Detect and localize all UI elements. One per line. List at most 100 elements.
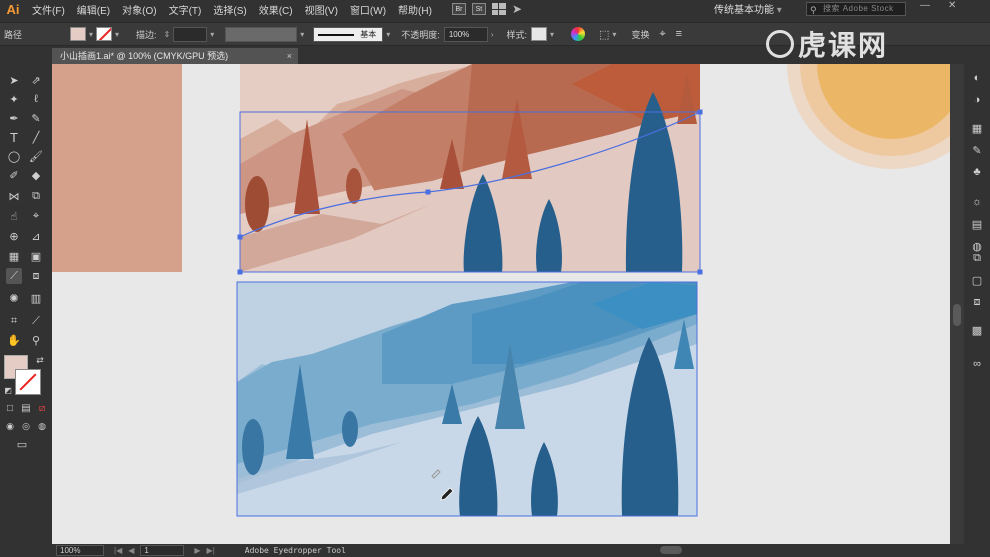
menu-select[interactable]: 选择(S) — [207, 2, 252, 17]
appearance-icon[interactable]: ▩ — [969, 322, 985, 338]
magic-wand-icon[interactable]: ✦ — [6, 91, 22, 107]
column-graph-icon[interactable]: ▥ — [28, 290, 44, 306]
direct-selection-tool-icon[interactable]: ⇗ — [28, 72, 44, 88]
default-colors-icon[interactable]: ◩ — [0, 382, 16, 398]
menu-edit[interactable]: 编辑(E) — [71, 2, 116, 17]
document-tab[interactable]: 小山插画1.ai* @ 100% (CMYK/GPU 预选) × — [52, 48, 298, 64]
curvature-tool-icon[interactable]: ✎ — [28, 110, 44, 126]
perspective-grid-icon[interactable]: ⊿ — [28, 228, 44, 244]
menu-window[interactable]: 窗口(W) — [344, 2, 392, 17]
selection-tool-icon[interactable]: ➤ — [6, 72, 22, 88]
screen-mode-icon[interactable]: ▭ — [14, 436, 30, 452]
menu-effect[interactable]: 效果(C) — [253, 2, 299, 17]
hand-tool-icon[interactable]: ✋ — [6, 332, 22, 348]
artboard-tool-icon[interactable]: ⌗ — [6, 313, 22, 329]
last-artboard-icon[interactable]: ▶| — [207, 546, 215, 555]
stroke-weight-dropdown-icon[interactable]: ▾ — [207, 30, 217, 39]
symbols-icon[interactable]: ♣ — [969, 164, 985, 180]
draw-normal-icon[interactable]: ◉ — [2, 418, 18, 434]
type-tool-icon[interactable]: T — [6, 129, 22, 145]
minimize-icon[interactable]: — — [920, 0, 930, 11]
shaper-tool-icon[interactable]: ✐ — [6, 167, 22, 183]
graphic-style-swatch[interactable] — [531, 27, 547, 41]
artboards-icon[interactable]: ▢ — [969, 272, 985, 288]
artboard-number-field[interactable]: 1 — [140, 545, 185, 556]
menu-help[interactable]: 帮助(H) — [392, 2, 438, 17]
stroke-stepper-icon[interactable]: ⇕ — [161, 30, 174, 39]
bridge-button[interactable]: Br — [451, 3, 466, 15]
line-tool-icon[interactable]: ╱ — [28, 129, 44, 145]
variable-width-field[interactable] — [225, 26, 298, 42]
menu-file[interactable]: 文件(F) — [26, 2, 71, 17]
eyedropper-icon[interactable]: ⟋ — [6, 268, 22, 284]
menu-view[interactable]: 视图(V) — [299, 2, 344, 17]
align-icon[interactable]: ⬚ — [599, 28, 609, 41]
warp-tool-icon[interactable]: ☝ — [6, 208, 22, 224]
align-dropdown-icon[interactable]: ▾ — [609, 30, 619, 39]
mesh-tool-icon[interactable]: ▦ — [6, 248, 22, 264]
stock-button[interactable]: St — [471, 3, 486, 15]
horizontal-scroll-thumb[interactable] — [660, 546, 682, 554]
draw-inside-icon[interactable]: ◍ — [34, 418, 50, 434]
prev-artboard-icon[interactable]: ◀ — [128, 546, 134, 555]
fill-dropdown-icon[interactable]: ▾ — [86, 30, 96, 39]
first-artboard-icon[interactable]: |◀ — [114, 546, 122, 555]
gradient-panel-icon[interactable]: ▤ — [969, 216, 985, 232]
stroke-icon[interactable]: ☼ — [969, 194, 985, 210]
opacity-field[interactable]: 100% — [443, 26, 488, 42]
stroke-color-box[interactable] — [15, 369, 41, 395]
swap-fill-stroke-icon[interactable]: ⇄ — [32, 352, 48, 368]
menu-type[interactable]: 文字(T) — [163, 2, 208, 17]
free-transform-icon[interactable]: ⌖ — [28, 208, 44, 224]
color-swatch-rect[interactable] — [52, 64, 182, 272]
color-panel-icon[interactable]: ◐ — [969, 70, 985, 86]
style-dropdown-icon[interactable]: ▾ — [547, 30, 557, 39]
fill-swatch[interactable] — [70, 27, 86, 41]
stroke-swatch[interactable] — [96, 27, 113, 41]
zoom-field[interactable]: 100% — [56, 545, 104, 556]
none-mode-icon[interactable]: ⧄ — [34, 400, 50, 416]
sun-shape[interactable] — [787, 64, 950, 169]
scale-tool-icon[interactable]: ⧉ — [28, 188, 44, 204]
blue-landscape[interactable] — [236, 281, 698, 517]
color-mode-icon[interactable]: □ — [2, 400, 18, 416]
vertical-scrollbar[interactable] — [950, 64, 964, 544]
blend-tool-icon[interactable]: ⧈ — [28, 268, 44, 284]
slice-tool-icon[interactable]: ⟋ — [28, 313, 44, 329]
arrange-documents-icon[interactable] — [491, 3, 506, 15]
next-artboard-icon[interactable]: ▶ — [194, 546, 200, 555]
stroke-weight-field[interactable] — [173, 26, 208, 42]
paintbrush-icon[interactable]: 🖌 — [28, 148, 44, 164]
vertical-scroll-thumb[interactable] — [953, 304, 961, 326]
shape-builder-icon[interactable]: ⊕ — [6, 228, 22, 244]
workspace-switcher[interactable]: 传统基本功能 ▾ — [714, 1, 782, 16]
draw-behind-icon[interactable]: ◎ — [18, 418, 34, 434]
eraser-icon[interactable]: ◆ — [28, 167, 44, 183]
pen-tool-icon[interactable]: ✒ — [6, 110, 22, 126]
isolate-icon[interactable]: ⌖ — [659, 28, 665, 41]
lasso-icon[interactable]: ℓ — [28, 91, 44, 107]
swatches-icon[interactable]: ▦ — [969, 120, 985, 136]
brush-definition-field[interactable]: 基本 — [313, 26, 384, 42]
ellipse-tool-icon[interactable]: ◯ — [6, 148, 22, 164]
brushes-icon[interactable]: ✎ — [969, 142, 985, 158]
variable-width-dropdown-icon[interactable]: ▾ — [297, 30, 307, 39]
layers-icon[interactable]: ⧉ — [969, 250, 985, 266]
recolor-artwork-icon[interactable] — [571, 27, 586, 41]
creative-cloud-icon[interactable]: ∞ — [969, 356, 985, 372]
warm-landscape[interactable] — [240, 64, 700, 272]
brush-dropdown-icon[interactable]: ▾ — [383, 30, 393, 39]
opacity-dropdown-icon[interactable]: › — [488, 30, 497, 39]
send-icon[interactable]: ➤ — [512, 2, 522, 16]
stock-search-input[interactable]: ⚲ 搜索 Adobe Stock — [806, 2, 906, 16]
menu-object[interactable]: 对象(O) — [116, 2, 162, 17]
gradient-tool-icon[interactable]: ▣ — [28, 248, 44, 264]
transform-label[interactable]: 变换 — [627, 28, 653, 41]
reflect-tool-icon[interactable]: ⋈ — [6, 188, 22, 204]
color-guide-icon[interactable]: ◑ — [969, 92, 985, 108]
canvas-area[interactable] — [52, 64, 950, 544]
close-tab-icon[interactable]: × — [287, 48, 292, 64]
panel-menu-icon[interactable]: ≡ — [676, 28, 682, 40]
symbol-sprayer-icon[interactable]: ✺ — [6, 290, 22, 306]
close-window-icon[interactable]: ✕ — [948, 0, 956, 11]
